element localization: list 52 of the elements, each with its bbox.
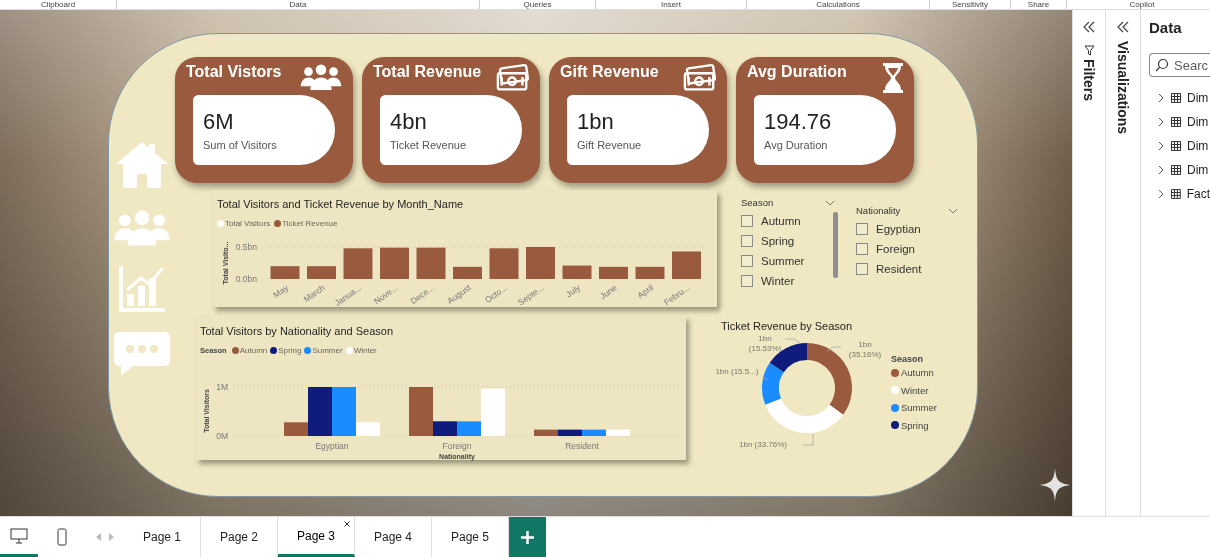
kpi-caption: Avg Duration: [764, 139, 828, 151]
axis-tick-label: 0.0bn: [235, 274, 257, 284]
ribbon-group-label: Clipboard: [40, 0, 76, 9]
axis-tick-label: July: [564, 282, 583, 300]
kpi-caption: Gift Revenue: [577, 139, 642, 151]
legend-label: Spring: [901, 419, 929, 431]
card-title: Total Revenue: [373, 63, 482, 81]
data-label: 1bn (35.16%): [847, 340, 883, 360]
legend-label: Total Visitors: [225, 219, 271, 228]
axis-tick-label: May: [271, 282, 291, 300]
legend-label: Ticket Revenue: [282, 219, 338, 228]
kpi-value: 1bn: [577, 109, 614, 134]
data-label: 1bn (15.53%): [747, 334, 783, 354]
legend-label: Autumn: [901, 367, 934, 379]
kpi-caption: Sum of Visitors: [203, 139, 277, 151]
legend-label: Summer: [901, 402, 937, 414]
legend-label: Winter: [353, 346, 377, 355]
ribbon-group-label: Data: [289, 0, 307, 9]
pane-title: Data: [1149, 19, 1182, 36]
kpi-caption: Ticket Revenue: [390, 139, 467, 151]
slicer-title: Season: [741, 197, 774, 208]
ribbon-group-label: Insert: [661, 0, 681, 9]
ribbon-group-label: Calculations: [816, 0, 860, 9]
axis-tick-label: Foreign: [442, 441, 472, 451]
ribbon-group-label: Queries: [523, 0, 552, 9]
legend-label: Winter: [901, 384, 929, 396]
card-title: Gift Revenue: [560, 63, 659, 81]
ribbon-group-label: Copilot: [1129, 0, 1155, 9]
kpi-value: 4bn: [390, 109, 427, 134]
axis-tick-label: 1M: [216, 382, 228, 392]
card-title: Total Vistors: [186, 63, 282, 81]
card-title: Avg Duration: [747, 63, 847, 81]
data-label: 1bn (15.5...): [714, 367, 760, 377]
kpi-value: 6M: [203, 109, 234, 134]
axis-tick-label: 0M: [216, 431, 228, 441]
axis-tick-label: 0.5bn: [235, 242, 257, 252]
ribbon-group-label: Share: [1027, 0, 1050, 9]
kpi-value: 194.76: [764, 109, 832, 134]
data-label: 1bn (33.76%): [739, 440, 788, 450]
axis-tick-label: Resident: [565, 441, 599, 451]
slicer-title: Nationality: [856, 205, 901, 216]
chart-title: Total Visitors by Nationality and Season: [200, 325, 393, 337]
legend-title: Season: [891, 354, 924, 364]
legend-label: Autumn: [239, 346, 268, 355]
axis-tick-label: Egyptian: [315, 441, 349, 451]
axis-tick-label: Octo...: [482, 282, 510, 305]
chart-title: Total Visitors and Ticket Revenue by Month_Name: [217, 198, 464, 210]
axis-tick-label: June: [597, 282, 619, 302]
legend-label: Spring: [278, 346, 302, 355]
ribbon-group-label: Sensitivity: [952, 0, 988, 9]
legend-label: Summer: [312, 346, 343, 355]
chart-title: Ticket Revenue by Season: [721, 320, 853, 332]
